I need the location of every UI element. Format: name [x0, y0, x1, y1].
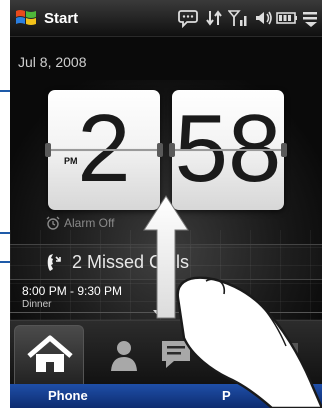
battery-icon	[276, 12, 297, 24]
callout-line-top	[0, 90, 10, 92]
softkey-phone[interactable]: Phone	[48, 388, 88, 403]
more-icon	[278, 343, 298, 367]
flip-hinge-right	[281, 143, 287, 157]
callout-line-middle	[0, 232, 10, 234]
tab-home[interactable]	[14, 325, 84, 385]
tab-people[interactable]	[94, 329, 154, 381]
alarm-status[interactable]: Alarm Off	[64, 216, 114, 230]
person-icon	[111, 341, 137, 371]
clock-minute-card[interactable]: 58	[169, 90, 287, 210]
title-text[interactable]: Start	[44, 10, 78, 27]
home-icon	[27, 335, 73, 372]
softkey-right[interactable]: P	[222, 388, 231, 403]
flip-split-line	[172, 149, 284, 151]
mail-icon	[216, 344, 248, 365]
signal-icon	[228, 10, 247, 26]
title-bar: Start	[10, 0, 322, 37]
appointment-time[interactable]: 8:00 PM - 9:30 PM	[22, 284, 122, 298]
flip-hinge-left	[169, 143, 175, 157]
date-label: Jul 8, 2008	[18, 54, 87, 70]
flip-hinge-right	[157, 143, 163, 157]
alarm-clock-icon	[46, 216, 60, 230]
tab-messages[interactable]	[150, 329, 210, 381]
message-icon	[162, 341, 190, 368]
missed-calls-label: 2 Missed Calls	[72, 252, 190, 272]
appointment-title: Dinner	[22, 299, 52, 310]
speaker-icon	[256, 11, 272, 25]
missed-call-icon	[47, 254, 61, 271]
softkey-bar: Phone P	[10, 384, 322, 408]
appointment-divider	[10, 312, 322, 313]
menu-icon[interactable]	[302, 8, 320, 28]
flip-hinge-left	[45, 143, 51, 157]
windows-flag-icon[interactable]	[14, 7, 38, 29]
tab-bar	[10, 320, 322, 385]
sync-arrows-icon	[206, 10, 222, 26]
clock-hour-card[interactable]: 2	[45, 90, 163, 210]
chat-bubble-icon	[178, 10, 198, 28]
tab-more[interactable]	[262, 329, 322, 381]
flip-split-line	[48, 149, 160, 151]
clock-ampm: PM	[64, 156, 78, 166]
tab-mail[interactable]	[206, 329, 266, 381]
pull-down-handle[interactable]	[153, 310, 163, 316]
device-screen: Start Jul 8, 2008 2 PM 58 Alarm Off 2 Mi…	[10, 0, 322, 408]
missed-calls-row[interactable]: 2 Missed Calls	[10, 244, 322, 280]
